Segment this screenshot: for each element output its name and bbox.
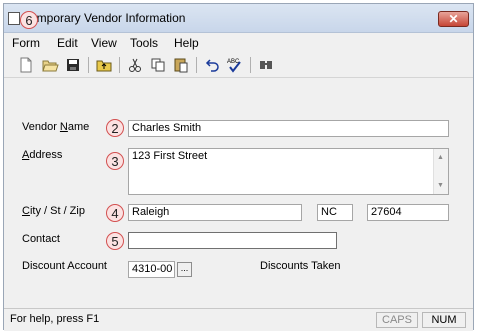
city-input[interactable]: Raleigh xyxy=(128,204,302,221)
caps-indicator: CAPS xyxy=(376,312,418,328)
copy-icon[interactable] xyxy=(149,56,167,74)
zip-input[interactable]: 27604 xyxy=(367,204,449,221)
address-label: Address xyxy=(22,149,63,161)
num-indicator: NUM xyxy=(422,312,466,328)
discount-account-browse-button[interactable]: ... xyxy=(177,262,192,277)
title-bar[interactable]: Temporary Vendor Information ✕ xyxy=(4,4,473,33)
toolbar: ABC xyxy=(4,52,473,78)
address-text: 123 First Street xyxy=(132,150,208,162)
status-bar: For help, press F1 CAPS NUM xyxy=(4,308,473,331)
menu-form[interactable]: Form xyxy=(12,36,40,50)
toolbar-separator xyxy=(88,57,89,73)
contact-input[interactable] xyxy=(128,232,337,249)
annotation-badge-4: 4 xyxy=(106,204,124,222)
annotation-badge-5: 5 xyxy=(106,232,124,250)
toolbar-separator xyxy=(250,57,251,73)
address-textarea[interactable]: 123 First Street ▲ ▼ xyxy=(128,148,449,195)
close-button[interactable]: ✕ xyxy=(438,11,469,27)
toolbar-separator xyxy=(196,57,197,73)
undo-icon[interactable] xyxy=(203,56,221,74)
city-st-zip-label: City / St / Zip xyxy=(22,205,85,217)
paste-icon[interactable] xyxy=(172,56,190,74)
discount-account-input[interactable]: 4310-00 xyxy=(128,261,175,278)
vendor-name-label: Vendor Name xyxy=(22,121,90,133)
app-icon xyxy=(8,12,20,25)
menu-help[interactable]: Help xyxy=(174,36,199,50)
save-icon[interactable] xyxy=(64,56,82,74)
annotation-badge-2: 2 xyxy=(106,119,124,137)
find-icon[interactable] xyxy=(257,56,275,74)
spell-check-icon[interactable]: ABC xyxy=(226,56,244,74)
menu-view[interactable]: View xyxy=(91,36,117,50)
open-folder-icon[interactable] xyxy=(41,56,59,74)
cut-icon[interactable] xyxy=(126,56,144,74)
address-scrollbar[interactable]: ▲ ▼ xyxy=(433,149,448,194)
state-input[interactable]: NC xyxy=(317,204,353,221)
form-area: Vendor Name 2 Charles Smith Address 3 12… xyxy=(4,78,473,305)
status-help-text: For help, press F1 xyxy=(10,313,100,325)
annotation-badge-3: 3 xyxy=(106,152,124,170)
menu-edit[interactable]: Edit xyxy=(57,36,78,50)
discount-account-label: Discount Account xyxy=(22,260,107,272)
vendor-name-input[interactable]: Charles Smith xyxy=(128,120,449,137)
scroll-up-icon[interactable]: ▲ xyxy=(437,152,444,163)
menu-bar: Form Edit View Tools Help xyxy=(4,33,473,52)
up-folder-icon[interactable] xyxy=(95,56,113,74)
toolbar-separator xyxy=(119,57,120,73)
contact-label: Contact xyxy=(22,233,60,245)
new-file-icon[interactable] xyxy=(17,56,35,74)
vendor-window: Temporary Vendor Information ✕ Form Edit… xyxy=(3,3,474,331)
menu-tools[interactable]: Tools xyxy=(130,36,158,50)
discounts-taken-label: Discounts Taken xyxy=(260,260,341,272)
scroll-down-icon[interactable]: ▼ xyxy=(437,180,444,191)
window-title: Temporary Vendor Information xyxy=(24,11,186,25)
annotation-badge-6: 6 xyxy=(20,11,38,29)
